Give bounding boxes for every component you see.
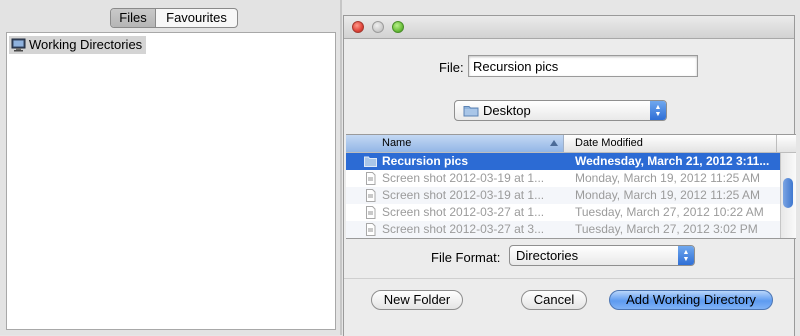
column-extra: [776, 135, 796, 152]
sort-ascending-icon: [550, 140, 558, 146]
column-name[interactable]: Name: [346, 135, 564, 152]
new-folder-button[interactable]: New Folder: [371, 290, 463, 310]
chevron-up-icon: ▲: [654, 103, 662, 111]
tree-item-working-directories[interactable]: Working Directories: [9, 36, 147, 54]
dialog-titlebar[interactable]: [344, 16, 794, 39]
file-row-name: Recursion pics: [382, 154, 469, 168]
document-icon: [364, 189, 377, 202]
file-row: Screen shot 2012-03-27 at 1... Tuesday, …: [346, 204, 780, 221]
vertical-scrollbar[interactable]: [780, 153, 796, 238]
file-row-name: Screen shot 2012-03-19 at 1...: [382, 188, 545, 202]
file-row: Screen shot 2012-03-19 at 1... Monday, M…: [346, 170, 780, 187]
column-date-modified[interactable]: Date Modified: [565, 135, 643, 152]
file-row-name: Screen shot 2012-03-27 at 1...: [382, 205, 545, 219]
minimize-window-button[interactable]: [372, 21, 384, 33]
column-name-label: Name: [382, 137, 412, 149]
file-row-date: Monday, March 19, 2012 11:25 AM: [575, 171, 760, 185]
zoom-window-button[interactable]: [392, 21, 404, 33]
tree-item-label: Working Directories: [29, 37, 143, 52]
pane-divider[interactable]: [340, 0, 342, 335]
file-row-date: Monday, March 19, 2012 11:25 AM: [575, 188, 760, 202]
tab-bar: Files Favourites: [110, 8, 238, 28]
folder-icon: [463, 104, 479, 117]
file-browser[interactable]: Name Date Modified Recursion pics Wednes…: [346, 134, 796, 239]
file-name-input[interactable]: [468, 55, 698, 77]
computer-icon: [11, 38, 26, 52]
chevron-down-icon: ▼: [654, 110, 662, 118]
chevron-up-icon: ▲: [682, 248, 690, 256]
file-format-stepper[interactable]: ▲ ▼: [678, 246, 694, 265]
file-row-name: Screen shot 2012-03-19 at 1...: [382, 171, 545, 185]
file-row: Screen shot 2012-03-19 at 1... Monday, M…: [346, 187, 780, 204]
open-dialog: File: Desktop ▲ ▼ Name Date Modified: [343, 15, 796, 336]
cancel-button[interactable]: Cancel: [521, 290, 587, 310]
file-format-popup[interactable]: Directories ▲ ▼: [509, 245, 695, 266]
location-popup[interactable]: Desktop ▲ ▼: [454, 100, 667, 121]
scrollbar-thumb[interactable]: [783, 178, 793, 208]
column-header: Name Date Modified: [346, 135, 796, 153]
tab-files[interactable]: Files: [111, 9, 156, 27]
location-stepper[interactable]: ▲ ▼: [650, 101, 666, 120]
column-date-label: Date Modified: [575, 137, 643, 149]
tab-favourites[interactable]: Favourites: [156, 9, 237, 27]
file-format-value: Directories: [516, 248, 579, 263]
file-row: Screen shot 2012-03-27 at 3... Tuesday, …: [346, 221, 780, 238]
document-icon: [364, 172, 377, 185]
file-label: File:: [439, 60, 464, 75]
chevron-down-icon: ▼: [682, 255, 690, 263]
separator: [344, 278, 794, 279]
file-row-date: Wednesday, March 21, 2012 3:11...: [575, 154, 770, 168]
file-row-date: Tuesday, March 27, 2012 10:22 AM: [575, 205, 764, 219]
left-pane: Files Favourites Working Directories: [0, 0, 340, 335]
document-icon: [364, 223, 377, 236]
directory-tree[interactable]: Working Directories: [6, 32, 336, 330]
file-row-date: Tuesday, March 27, 2012 3:02 PM: [575, 222, 758, 236]
file-format-label: File Format:: [431, 250, 501, 265]
document-icon: [364, 206, 377, 219]
file-row-name: Screen shot 2012-03-27 at 3...: [382, 222, 545, 236]
folder-icon: [364, 155, 377, 168]
location-label: Desktop: [483, 103, 531, 118]
add-working-directory-button[interactable]: Add Working Directory: [609, 290, 773, 310]
file-row-recursion-pics[interactable]: Recursion pics Wednesday, March 21, 2012…: [346, 153, 780, 170]
close-window-button[interactable]: [352, 21, 364, 33]
